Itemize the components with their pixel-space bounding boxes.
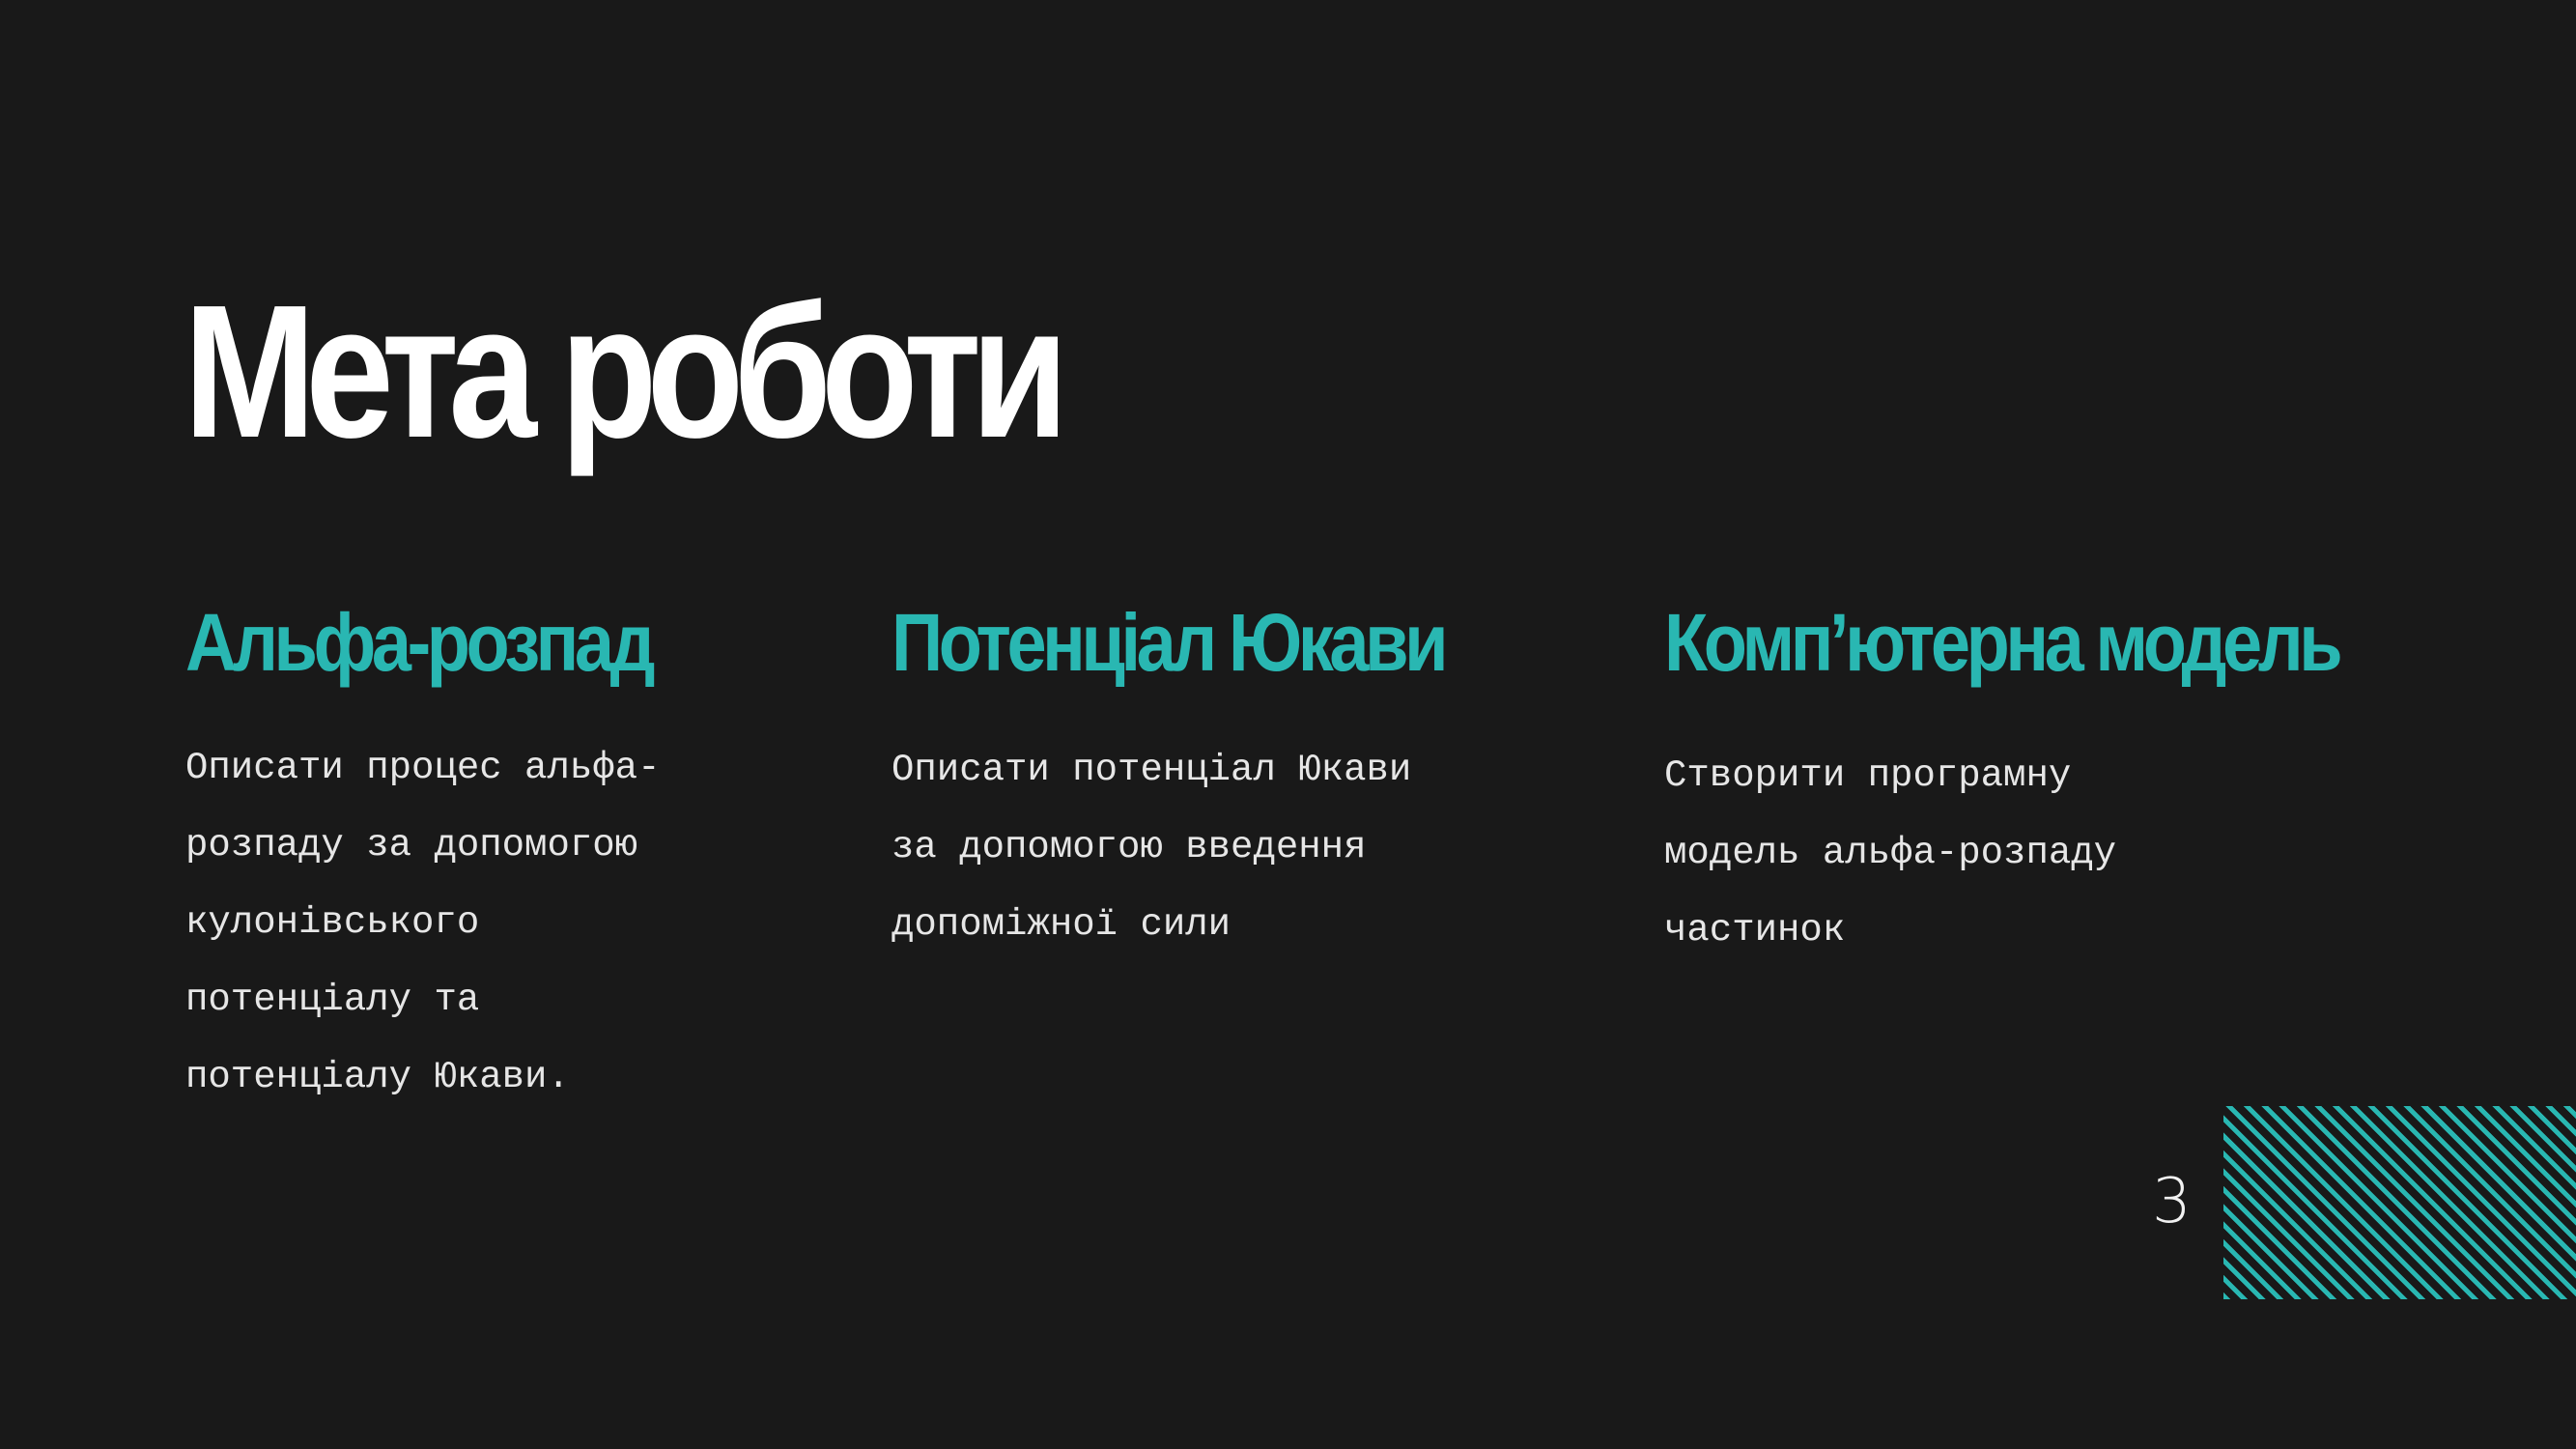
page-number: 3 bbox=[2152, 1166, 2192, 1237]
column-alpha-decay: Альфа-розпад Описати процес альфа- розпа… bbox=[185, 599, 842, 1116]
column-text: Описати потенціал Юкави за допомогою вве… bbox=[892, 749, 1412, 946]
column-heading: Альфа-розпад bbox=[185, 597, 656, 688]
slide-title: Мета роботи bbox=[184, 266, 1068, 477]
column-text: Описати процес альфа- розпаду за допомог… bbox=[185, 747, 661, 1098]
column-computer-model: Комп’ютерна модель Створити програмну мо… bbox=[1664, 597, 2343, 969]
column-text: Створити програмну модель альфа-розпаду … bbox=[1664, 754, 2117, 952]
column-heading: Потенціал Юкави bbox=[892, 597, 1449, 688]
column-heading: Комп’ютерна модель bbox=[1664, 597, 2343, 688]
hatched-decoration bbox=[2223, 1106, 2576, 1299]
slide: Мета роботи Альфа-розпад Описати процес … bbox=[0, 0, 2576, 1449]
column-yukawa-potential: Потенціал Юкави Описати потенціал Юкави … bbox=[892, 599, 1548, 963]
